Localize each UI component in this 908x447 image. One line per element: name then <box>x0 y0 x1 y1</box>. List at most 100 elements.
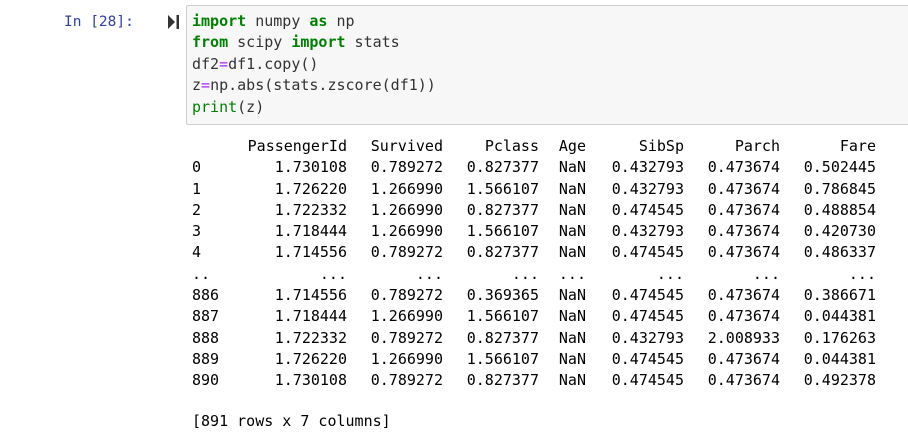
row-index: 2 <box>192 200 202 219</box>
output-row: 2 1.722332 1.266990 0.827377 NaN 0.474545 0.47… <box>192 200 892 221</box>
table-cell: 2.008933 <box>707 328 780 347</box>
column-header: Age <box>558 137 586 155</box>
row-index: 1 <box>192 179 202 198</box>
table-cell: 0.486337 <box>803 243 876 262</box>
code-input-area[interactable]: import numpy as np from scipy import stat… <box>186 5 908 125</box>
table-cell: 1.566107 <box>466 222 539 241</box>
table-cell: 0.473674 <box>707 179 780 198</box>
column-header: Fare <box>839 137 876 155</box>
table-cell: 0.827377 <box>466 371 539 390</box>
code-token: as <box>309 12 328 30</box>
table-cell: 1.714556 <box>274 243 347 262</box>
table-cell: 1.726220 <box>274 349 347 368</box>
column-header: Pclass <box>484 137 539 155</box>
table-cell: NaN <box>558 371 586 390</box>
table-cell: 1.722332 <box>274 328 347 347</box>
table-cell: 0.473674 <box>707 286 780 305</box>
table-cell: 1.722332 <box>274 200 347 219</box>
code-editor[interactable]: import numpy as np from scipy import stat… <box>192 11 436 118</box>
table-cell: 0.789272 <box>370 328 443 347</box>
row-index: 890 <box>192 371 220 390</box>
code-line: df2=df1.copy() <box>192 54 436 75</box>
table-cell: 0.420730 <box>803 222 876 241</box>
table-cell: 0.474545 <box>611 371 684 390</box>
table-cell: NaN <box>558 307 586 326</box>
table-cell: 0.827377 <box>466 243 539 262</box>
table-cell: 1.730108 <box>274 371 347 390</box>
table-cell: 0.432793 <box>611 179 684 198</box>
table-cell: 0.386671 <box>803 286 876 305</box>
table-cell: 0.473674 <box>707 222 780 241</box>
code-token: np <box>327 12 355 30</box>
output-row: 890 1.730108 0.789272 0.827377 NaN 0.474545 0.… <box>192 370 892 391</box>
table-cell: 1.566107 <box>466 349 539 368</box>
code-token: = <box>219 54 229 73</box>
row-index: 889 <box>192 349 220 368</box>
table-cell: 0.789272 <box>370 158 443 177</box>
code-line: from scipy import stats <box>192 32 436 53</box>
table-cell: NaN <box>558 222 586 241</box>
code-token: import <box>291 33 346 52</box>
code-line: z=np.abs(stats.zscore(df1)) <box>192 75 436 96</box>
output-row: ....................... <box>192 264 892 285</box>
code-token: print <box>192 97 238 116</box>
table-cell: 1.266990 <box>370 349 443 368</box>
table-cell: 0.473674 <box>707 200 780 219</box>
code-token: = <box>201 76 211 95</box>
code-token: stats <box>345 33 400 52</box>
table-cell: 0.502445 <box>803 158 876 177</box>
code-token: (z) <box>237 97 265 116</box>
cell-output: PassengerId Survived Pclass Age SibSp Parch Fa… <box>192 136 892 392</box>
code-token: from <box>192 33 229 52</box>
table-cell: NaN <box>558 179 586 198</box>
table-cell: 0.488854 <box>803 200 876 219</box>
code-line: import numpy as np <box>192 11 436 32</box>
table-cell: 0.474545 <box>611 200 684 219</box>
table-cell: 0.432793 <box>611 158 684 177</box>
table-cell: 1.730108 <box>274 158 347 177</box>
table-cell: 0.369365 <box>466 286 539 305</box>
table-cell: 0.827377 <box>466 200 539 219</box>
table-cell: 1.266990 <box>370 307 443 326</box>
table-cell: 0.473674 <box>707 371 780 390</box>
row-index: .. <box>192 264 211 283</box>
table-cell: 0.474545 <box>611 286 684 305</box>
row-index: 888 <box>192 328 220 347</box>
row-index: 0 <box>192 158 202 177</box>
table-cell: ... <box>848 264 876 283</box>
table-cell: NaN <box>558 158 586 177</box>
run-cell-icon[interactable] <box>168 15 180 29</box>
table-cell: 0.786845 <box>803 179 876 198</box>
table-cell: ... <box>558 264 586 283</box>
code-token: df1.copy() <box>228 54 319 73</box>
table-cell: NaN <box>558 328 586 347</box>
table-cell: 0.432793 <box>611 222 684 241</box>
column-header: Survived <box>370 137 443 155</box>
output-header-row: PassengerId Survived Pclass Age SibSp Parch Fa… <box>192 136 892 157</box>
table-cell: 0.473674 <box>707 349 780 368</box>
table-cell: 0.789272 <box>370 243 443 262</box>
table-cell: NaN <box>558 286 586 305</box>
table-cell: 0.474545 <box>611 349 684 368</box>
table-cell: ... <box>511 264 539 283</box>
table-cell: 1.718444 <box>274 222 347 241</box>
table-cell: ... <box>319 264 347 283</box>
output-row: 3 1.718444 1.266990 1.566107 NaN 0.432793 0.47… <box>192 221 892 242</box>
table-cell: NaN <box>558 200 586 219</box>
table-cell: 0.473674 <box>707 243 780 262</box>
row-index: 3 <box>192 222 202 241</box>
row-index: 4 <box>192 243 202 262</box>
output-row: 4 1.714556 0.789272 0.827377 NaN 0.474545 0.47… <box>192 242 892 263</box>
table-cell: 0.176263 <box>803 328 876 347</box>
table-cell: 0.044381 <box>803 307 876 326</box>
table-cell: NaN <box>558 349 586 368</box>
cell-prompt: In [28]: <box>64 14 134 30</box>
table-cell: 1.266990 <box>370 200 443 219</box>
table-cell: NaN <box>558 243 586 262</box>
output-row: 886 1.714556 0.789272 0.369365 NaN 0.474545 0.… <box>192 285 892 306</box>
column-header: Parch <box>734 137 780 155</box>
table-cell: 1.566107 <box>466 179 539 198</box>
table-cell: 0.044381 <box>803 349 876 368</box>
table-cell: 0.473674 <box>707 307 780 326</box>
code-token: scipy <box>228 33 292 52</box>
